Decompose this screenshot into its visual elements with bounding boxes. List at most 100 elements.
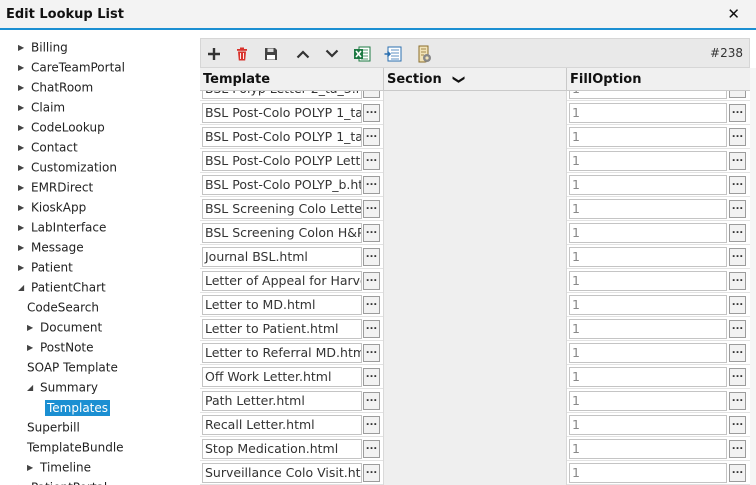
table-row[interactable]: Letter to Patient.html... 1... bbox=[200, 317, 750, 341]
filloption-ellipsis-button[interactable]: ... bbox=[729, 128, 746, 146]
filloption-input[interactable]: 1 bbox=[569, 463, 727, 483]
filloption-ellipsis-button[interactable]: ... bbox=[729, 248, 746, 266]
tree-item[interactable]: TemplateBundle bbox=[27, 437, 124, 457]
filloption-ellipsis-button[interactable]: ... bbox=[729, 224, 746, 242]
filloption-ellipsis-button[interactable]: ... bbox=[729, 320, 746, 338]
expand-arrow-icon[interactable]: ▶ bbox=[18, 118, 28, 138]
column-header-filloption[interactable]: FillOption bbox=[567, 68, 750, 91]
filloption-input[interactable]: 1 bbox=[569, 199, 727, 219]
template-input[interactable]: BSL Post-Colo POLYP 1_ta_5.html bbox=[202, 127, 362, 147]
section-cell[interactable] bbox=[384, 317, 567, 341]
tree-item[interactable]: ▶ Timeline bbox=[27, 457, 91, 477]
section-cell[interactable] bbox=[384, 341, 567, 365]
section-cell[interactable] bbox=[384, 125, 567, 149]
filloption-input[interactable]: 1 bbox=[569, 247, 727, 267]
table-row[interactable]: Letter to Referral MD.html... 1... bbox=[200, 341, 750, 365]
filloption-input[interactable]: 1 bbox=[569, 439, 727, 459]
tree-item[interactable]: ▶ Patient bbox=[18, 257, 73, 277]
template-input[interactable]: Journal BSL.html bbox=[202, 247, 362, 267]
script-icon[interactable] bbox=[413, 43, 435, 65]
filloption-ellipsis-button[interactable]: ... bbox=[729, 392, 746, 410]
tree-item[interactable]: ▶ Claim bbox=[18, 97, 65, 117]
table-row[interactable]: Letter to MD.html... 1... bbox=[200, 293, 750, 317]
filloption-input[interactable]: 1 bbox=[569, 151, 727, 171]
excel-icon[interactable] bbox=[351, 43, 373, 65]
template-ellipsis-button[interactable]: ... bbox=[363, 224, 380, 242]
expand-arrow-icon[interactable]: ▶ bbox=[18, 258, 28, 278]
section-cell[interactable] bbox=[384, 245, 567, 269]
column-header-template[interactable]: Template bbox=[200, 68, 384, 91]
tree-item[interactable]: ▶ Billing bbox=[18, 37, 68, 57]
tree-item[interactable]: ▶ CodeLookup bbox=[18, 117, 105, 137]
tree-item[interactable]: Superbill bbox=[27, 417, 80, 437]
tree-item[interactable]: ▶ Customization bbox=[18, 157, 117, 177]
template-ellipsis-button[interactable]: ... bbox=[363, 128, 380, 146]
section-cell[interactable] bbox=[384, 173, 567, 197]
table-row[interactable]: Off Work Letter.html... 1... bbox=[200, 365, 750, 389]
template-input[interactable]: Letter to Referral MD.html bbox=[202, 343, 362, 363]
table-row[interactable]: BSL Post-Colo POLYP Letter.html...1... bbox=[200, 149, 750, 173]
filloption-input[interactable]: 1 bbox=[569, 367, 727, 387]
tree-item[interactable]: ▶PatientPortal bbox=[18, 477, 107, 485]
tree-item[interactable]: SOAP Template bbox=[27, 357, 118, 377]
expand-arrow-icon[interactable]: ▶ bbox=[18, 218, 28, 238]
template-input[interactable]: Off Work Letter.html bbox=[202, 367, 362, 387]
table-row[interactable]: BSL Post-Colo POLYP 1_ta_5.html...1... bbox=[200, 125, 750, 149]
tree-item[interactable]: ▶ ChatRoom bbox=[18, 77, 93, 97]
section-cell[interactable] bbox=[384, 101, 567, 125]
expand-arrow-icon[interactable]: ▶ bbox=[27, 458, 37, 478]
filloption-input[interactable]: 1 bbox=[569, 343, 727, 363]
template-ellipsis-button[interactable]: ... bbox=[363, 91, 380, 98]
section-cell[interactable] bbox=[384, 221, 567, 245]
filloption-input[interactable]: 1 bbox=[569, 415, 727, 435]
table-row[interactable]: Recall Letter.html... 1... bbox=[200, 413, 750, 437]
template-ellipsis-button[interactable]: ... bbox=[363, 464, 380, 482]
template-input[interactable]: BSL Screening Colon H&P.html bbox=[202, 223, 362, 243]
move-down-icon[interactable] bbox=[321, 43, 343, 65]
tree-item[interactable]: ◢ Summary bbox=[27, 377, 98, 397]
table-row[interactable]: BSL Polyp Letter 2_ta_3.html...1... bbox=[200, 91, 750, 101]
tree-item[interactable]: ▶ Document bbox=[27, 317, 102, 337]
filloption-ellipsis-button[interactable]: ... bbox=[729, 104, 746, 122]
filloption-ellipsis-button[interactable]: ... bbox=[729, 200, 746, 218]
template-ellipsis-button[interactable]: ... bbox=[363, 248, 380, 266]
template-input[interactable]: BSL Screening Colo Letter_r.html bbox=[202, 199, 362, 219]
expand-arrow-icon[interactable]: ▶ bbox=[27, 318, 37, 338]
column-header-section[interactable]: Section ❯ bbox=[384, 68, 567, 91]
tree-item[interactable]: ▶ Message bbox=[18, 237, 84, 257]
expand-arrow-icon[interactable]: ▶ bbox=[18, 238, 28, 258]
filloption-ellipsis-button[interactable]: ... bbox=[729, 368, 746, 386]
tree-item[interactable]: ◢ PatientChart bbox=[18, 277, 106, 297]
tree-item[interactable]: Templates bbox=[45, 397, 111, 417]
section-cell[interactable] bbox=[384, 293, 567, 317]
template-ellipsis-button[interactable]: ... bbox=[363, 272, 380, 290]
add-icon[interactable] bbox=[203, 43, 225, 65]
expand-arrow-icon[interactable]: ▶ bbox=[18, 78, 28, 98]
filloption-input[interactable]: 1 bbox=[569, 319, 727, 339]
tree-item[interactable]: ▶ LabInterface bbox=[18, 217, 106, 237]
template-ellipsis-button[interactable]: ... bbox=[363, 176, 380, 194]
section-cell[interactable] bbox=[384, 365, 567, 389]
tree-item[interactable]: ▶ EMRDirect bbox=[18, 177, 93, 197]
table-row[interactable]: Surveillance Colo Visit.html... 1... bbox=[200, 461, 750, 485]
template-input[interactable]: Stop Medication.html bbox=[202, 439, 362, 459]
expand-arrow-icon[interactable]: ▶ bbox=[18, 198, 28, 218]
expand-arrow-icon[interactable]: ▶ bbox=[18, 178, 28, 198]
sort-chevron-down-icon[interactable]: ❯ bbox=[448, 74, 471, 84]
template-input[interactable]: Letter to Patient.html bbox=[202, 319, 362, 339]
filloption-ellipsis-button[interactable]: ... bbox=[729, 440, 746, 458]
section-cell[interactable] bbox=[384, 269, 567, 293]
filloption-input[interactable]: 1 bbox=[569, 391, 727, 411]
filloption-input[interactable]: 1 bbox=[569, 103, 727, 123]
template-ellipsis-button[interactable]: ... bbox=[363, 392, 380, 410]
delete-icon[interactable] bbox=[231, 43, 253, 65]
template-ellipsis-button[interactable]: ... bbox=[363, 344, 380, 362]
filloption-ellipsis-button[interactable]: ... bbox=[729, 91, 746, 98]
filloption-ellipsis-button[interactable]: ... bbox=[729, 344, 746, 362]
tree-item[interactable]: ▶ PostNote bbox=[27, 337, 94, 357]
section-cell[interactable] bbox=[384, 437, 567, 461]
section-cell[interactable] bbox=[384, 197, 567, 221]
filloption-ellipsis-button[interactable]: ... bbox=[729, 296, 746, 314]
template-input[interactable]: Letter to MD.html bbox=[202, 295, 362, 315]
tree-item[interactable]: ▶ KioskApp bbox=[18, 197, 86, 217]
